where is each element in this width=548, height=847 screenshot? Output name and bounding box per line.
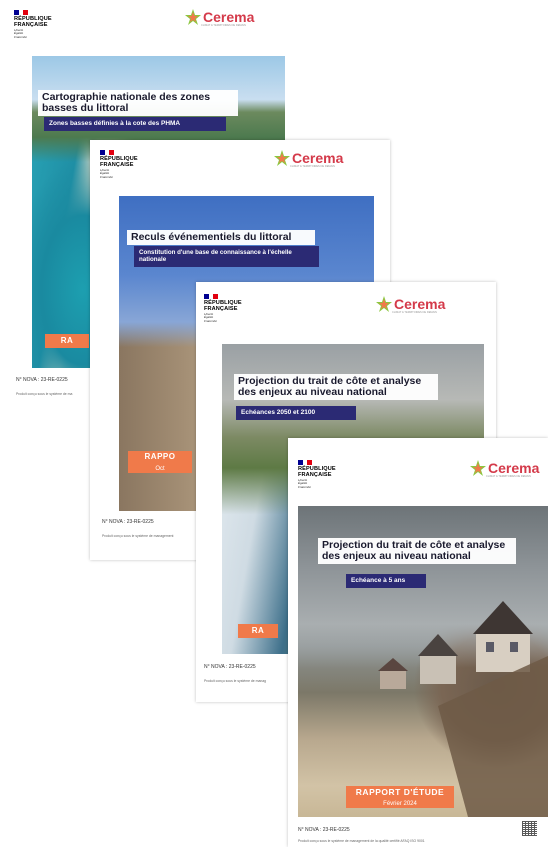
cerema-tagline: CLIMAT & TERRITOIRES DE DEMAIN bbox=[290, 165, 335, 168]
nova-reference: N° NOVA : 23-RE-0225 bbox=[16, 377, 68, 383]
cover-title: Reculs événementiels du littoral bbox=[127, 230, 315, 246]
cerema-logo: Cerema CLIMAT & TERRITOIRES DE DEMAIN bbox=[274, 150, 344, 168]
nova-reference: N° NOVA : 23-RE-0225 bbox=[298, 827, 350, 833]
cerema-tagline: CLIMAT & TERRITOIRES DE DEMAIN bbox=[486, 475, 531, 478]
quality-statement: Produit conçu sous le système de ma bbox=[16, 392, 73, 396]
quality-statement: Produit conçu sous le système de managem… bbox=[298, 839, 425, 843]
cerema-star-icon bbox=[470, 460, 486, 476]
republique-francaise-logo: RÉPUBLIQUE FRANÇAISE Liberté Égalité Frater… bbox=[204, 294, 242, 323]
cover-title: Cartographie nationale des zones basses … bbox=[38, 90, 238, 117]
cerema-wordmark: Cerema bbox=[203, 9, 255, 25]
french-flag-icon bbox=[204, 294, 219, 299]
french-flag-icon bbox=[14, 10, 29, 15]
report-cover-4: RÉPUBLIQUE FRANÇAISE Liberté Égalité Frater… bbox=[288, 438, 548, 847]
cover-subtitle: Echéance à 5 ans bbox=[346, 574, 426, 588]
cerema-logo: Cerema CLIMAT & TERRITOIRES DE DEMAIN bbox=[185, 9, 255, 27]
cerema-tagline: CLIMAT & TERRITOIRES DE DEMAIN bbox=[201, 24, 246, 27]
nova-reference: N° NOVA : 23-RE-0225 bbox=[204, 664, 256, 670]
cerema-wordmark: Cerema bbox=[488, 460, 540, 476]
cerema-logo: Cerema CLIMAT & TERRITOIRES DE DEMAIN bbox=[376, 296, 446, 314]
cover-title: Projection du trait de côte et analyse d… bbox=[318, 538, 516, 565]
french-flag-icon bbox=[298, 460, 313, 465]
cover-title: Projection du trait de côte et analyse d… bbox=[234, 374, 438, 401]
cerema-tagline: CLIMAT & TERRITOIRES DE DEMAIN bbox=[392, 311, 437, 314]
cover-subtitle: Echéances 2050 et 2100 bbox=[236, 406, 356, 420]
republique-francaise-logo: RÉPUBLIQUE FRANÇAISE Liberté Égalité Frater… bbox=[14, 10, 52, 39]
cerema-star-icon bbox=[376, 296, 392, 312]
french-flag-icon bbox=[100, 150, 115, 155]
cerema-star-icon bbox=[274, 150, 290, 166]
report-type-band: RAPPORT D'ÉTUDE Février 2024 bbox=[346, 786, 454, 808]
cerema-logo: Cerema CLIMAT & TERRITOIRES DE DEMAIN bbox=[470, 460, 540, 478]
quality-statement: Produit conçu sous le système de manag bbox=[204, 679, 267, 683]
cerema-wordmark: Cerema bbox=[394, 296, 446, 312]
cerema-wordmark: Cerema bbox=[292, 150, 344, 166]
cover-subtitle: Constitution d'une base de connaissance … bbox=[134, 246, 319, 267]
republique-francaise-logo: RÉPUBLIQUE FRANÇAISE Liberté Égalité Frater… bbox=[100, 150, 138, 179]
cerema-star-icon bbox=[185, 9, 201, 25]
report-type-band: RA bbox=[238, 624, 278, 638]
report-type-band: RAPPO Oct bbox=[128, 451, 192, 473]
republique-francaise-logo: RÉPUBLIQUE FRANÇAISE Liberté Égalité Frater… bbox=[298, 460, 336, 489]
nova-reference: N° NOVA : 23-RE-0225 bbox=[102, 519, 154, 525]
quality-statement: Produit conçu sous le système de managem… bbox=[102, 534, 174, 538]
qr-code-icon bbox=[522, 821, 537, 836]
cover-subtitle: Zones basses définies à la cote des PHMA bbox=[44, 117, 226, 131]
report-type-band: RA bbox=[45, 334, 89, 348]
